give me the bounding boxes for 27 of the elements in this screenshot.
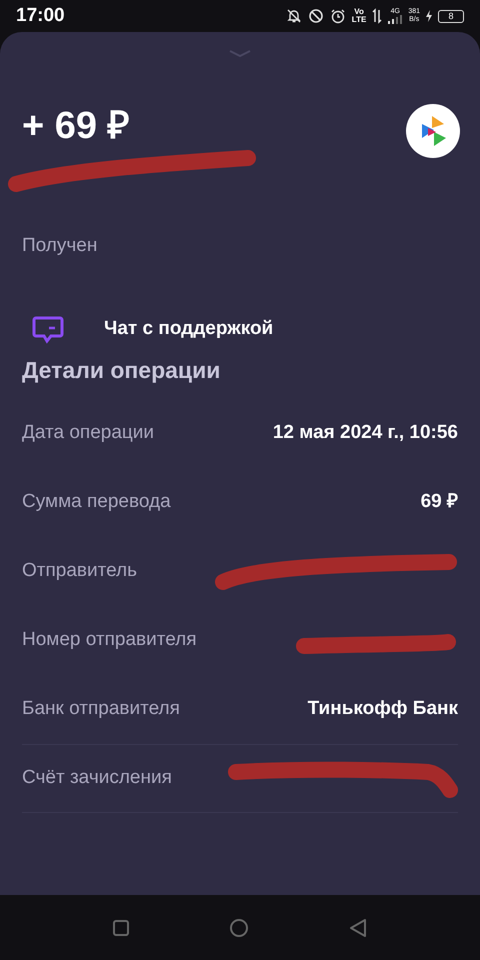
detail-label: Сумма перевода <box>22 490 171 514</box>
detail-label: Дата операции <box>22 421 154 446</box>
volte-label: Vo LTE <box>352 8 366 24</box>
home-icon[interactable] <box>229 918 249 938</box>
block-icon <box>308 8 324 24</box>
detail-value: Тинькофф Банк <box>308 698 458 720</box>
signal-icon <box>388 15 402 24</box>
detail-label: Отправитель <box>22 559 138 584</box>
data-arrows-icon <box>372 8 382 24</box>
detail-value: 12 мая 2024 г., 10:56 <box>272 422 458 444</box>
back-icon[interactable] <box>349 918 367 938</box>
alarm-icon <box>330 8 346 24</box>
detail-value: 69 ₽ <box>420 491 458 512</box>
detail-label: Счёт зачисления <box>22 766 172 790</box>
chat-icon <box>32 314 64 344</box>
sheet-handle-icon <box>229 50 251 58</box>
detail-label: Банк отправителя <box>22 697 180 722</box>
support-chat-button[interactable]: Чат с поддержкой <box>22 314 458 344</box>
clock: 17:00 <box>16 4 65 28</box>
amount: + 69 ₽ <box>22 104 130 148</box>
bell-off-icon <box>286 8 302 24</box>
battery-indicator: 8 <box>438 10 464 22</box>
section-title: Детали операции <box>22 356 222 385</box>
recent-apps-icon[interactable] <box>113 920 129 936</box>
status-text: Получен <box>22 234 98 258</box>
charging-icon <box>426 10 432 22</box>
detail-label: Номер отправителя <box>22 628 197 652</box>
